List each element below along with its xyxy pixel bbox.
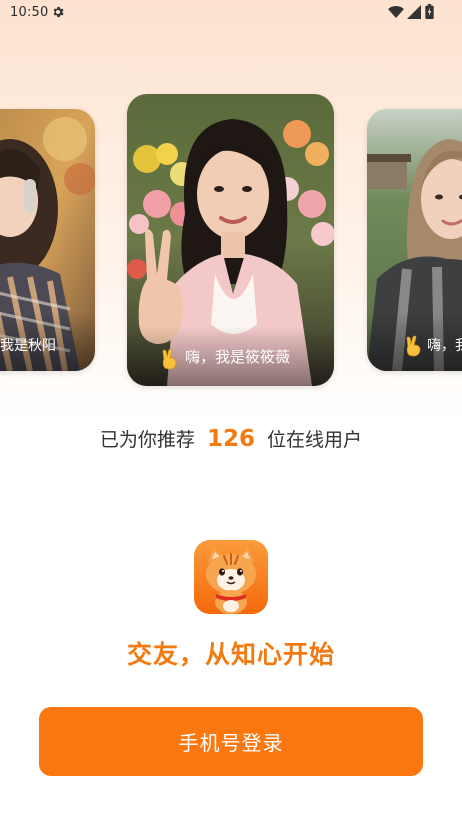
profile-caption-right: 嗨，我 <box>427 338 462 354</box>
victory-hand-icon <box>406 335 421 357</box>
online-user-count: 126 <box>206 426 255 452</box>
gear-icon <box>53 6 64 18</box>
recommend-text: 已为你推荐 126 位在线用户 <box>0 425 462 452</box>
profile-caption-center: 嗨，我是筱筱薇 <box>185 348 291 366</box>
status-bar: 10:50 <box>0 0 462 26</box>
battery-icon <box>425 4 434 19</box>
signal-icon <box>407 5 421 19</box>
app-slogan: 交友，从知心开始 <box>126 640 335 669</box>
profile-caption-left: 我是秋阳 <box>0 338 56 354</box>
profile-card-center[interactable]: 嗨，我是筱筱薇 <box>127 94 334 386</box>
status-time: 10:50 <box>10 5 49 20</box>
login-screen: 10:50 我是秋阳 嗨，我是筱筱薇 嗨， 已为你推荐 126 位在线用户 交友… <box>0 0 462 821</box>
tiger-mascot-icon <box>194 540 268 614</box>
profile-card-right[interactable]: 嗨，我 <box>367 109 462 371</box>
recommend-suffix: 位在线用户 <box>267 429 363 451</box>
victory-hand-icon <box>162 348 177 370</box>
phone-login-button[interactable]: 手机号登录 <box>39 707 423 776</box>
profile-carousel[interactable]: 我是秋阳 嗨，我是筱筱薇 嗨， <box>0 90 462 390</box>
recommend-prefix: 已为你推荐 <box>99 429 195 451</box>
wifi-icon <box>388 6 404 18</box>
profile-card-left[interactable]: 我是秋阳 <box>0 109 95 371</box>
